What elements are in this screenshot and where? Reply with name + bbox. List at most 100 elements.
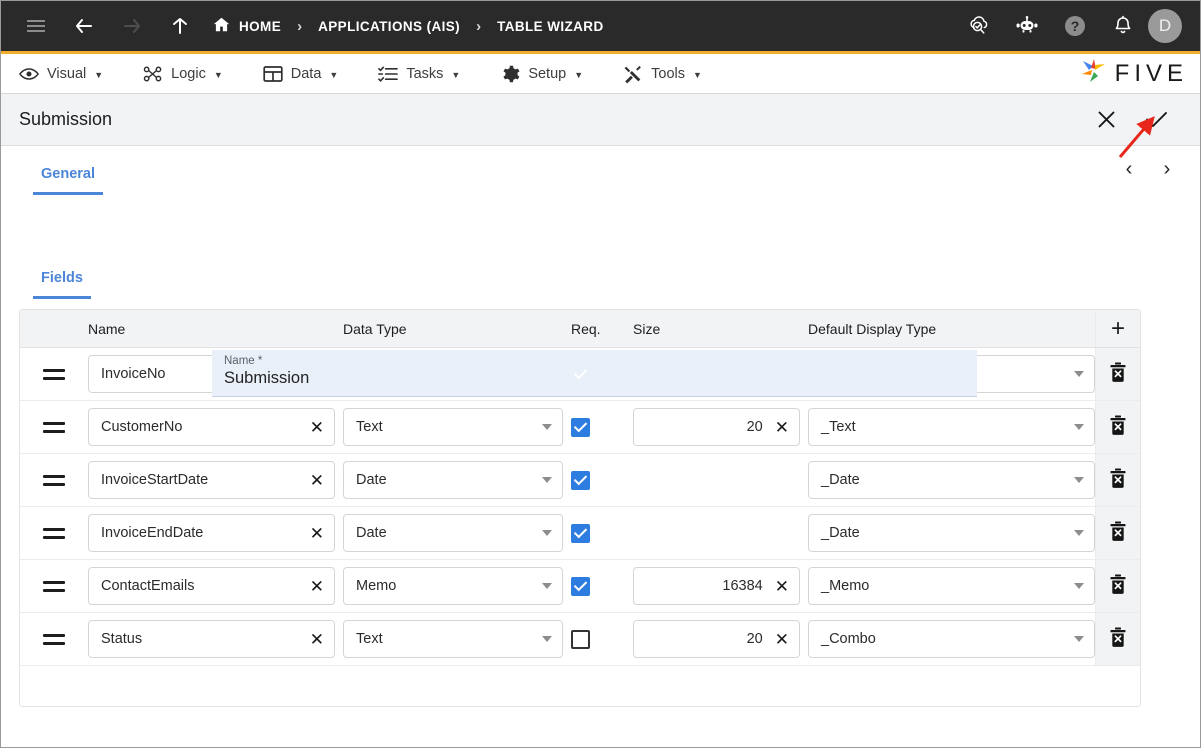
column-header-name: Name	[88, 321, 343, 337]
plus-icon: +	[1111, 317, 1125, 341]
column-header-size: Size	[633, 321, 808, 337]
five-logo-mark	[1079, 57, 1109, 90]
breadcrumb-separator: ›	[297, 18, 302, 35]
menu-logic-label: Logic	[171, 66, 206, 82]
required-checkbox[interactable]	[571, 524, 590, 543]
menu-tools[interactable]: Tools ▼	[623, 64, 702, 84]
default-display-type-select[interactable]: _Memo	[808, 567, 1095, 605]
form-body: General ‹ › Name * Submission Fields Nam…	[1, 146, 1200, 707]
home-icon	[213, 16, 230, 36]
field-name-input[interactable]: Status ✕	[88, 620, 335, 658]
table-row: InvoiceEndDate ✕ Date _Date	[20, 507, 1140, 560]
clear-name-icon[interactable]: ✕	[306, 472, 324, 489]
clear-size-icon[interactable]: ✕	[771, 419, 789, 436]
drag-handle-icon[interactable]	[20, 528, 88, 539]
size-value: 20	[646, 631, 771, 647]
size-input[interactable]: 16384 ✕	[633, 567, 800, 605]
bell-icon[interactable]	[1108, 11, 1138, 41]
chevron-down-icon: ▼	[693, 70, 702, 80]
name-field[interactable]: Name * Submission	[212, 350, 977, 397]
forward-arrow-icon[interactable]	[117, 11, 147, 41]
next-record-button[interactable]: ›	[1158, 158, 1176, 181]
breadcrumb-home-label: HOME	[239, 19, 281, 34]
delete-icon	[1108, 361, 1128, 388]
menu-setup[interactable]: Setup ▼	[500, 64, 583, 84]
previous-record-button[interactable]: ‹	[1120, 158, 1138, 181]
menu-visual[interactable]: Visual ▼	[19, 64, 103, 84]
default-display-type-select[interactable]: _Combo	[808, 620, 1095, 658]
required-checkbox[interactable]	[571, 471, 590, 490]
clear-name-icon[interactable]: ✕	[306, 578, 324, 595]
name-field-value[interactable]: Submission	[224, 369, 977, 388]
clear-name-icon[interactable]: ✕	[306, 631, 324, 648]
add-field-button[interactable]: +	[1095, 310, 1140, 347]
delete-field-button[interactable]	[1095, 348, 1140, 400]
field-name-input[interactable]: InvoiceEndDate ✕	[88, 514, 335, 552]
user-avatar[interactable]: D	[1148, 9, 1182, 43]
delete-field-button[interactable]	[1095, 507, 1140, 559]
chevron-down-icon: ▼	[574, 70, 583, 80]
chevron-down-icon	[542, 424, 552, 430]
confirm-button[interactable]	[1138, 102, 1174, 138]
data-type-select[interactable]: Date	[343, 461, 563, 499]
field-name-value: Status	[101, 631, 306, 647]
delete-field-button[interactable]	[1095, 454, 1140, 506]
chevron-down-icon	[542, 530, 552, 536]
record-navigation: ‹ ›	[1120, 158, 1176, 181]
delete-field-button[interactable]	[1095, 401, 1140, 453]
clear-size-icon[interactable]: ✕	[771, 578, 789, 595]
flow-icon	[143, 64, 163, 84]
drag-handle-icon[interactable]	[20, 475, 88, 486]
hamburger-icon[interactable]	[21, 11, 51, 41]
field-name-input[interactable]: CustomerNo ✕	[88, 408, 335, 446]
data-type-select[interactable]: Text	[343, 620, 563, 658]
default-display-type-select[interactable]: _Date	[808, 514, 1095, 552]
drag-handle-icon[interactable]	[20, 422, 88, 433]
required-checkbox[interactable]	[571, 630, 590, 649]
drag-handle-icon[interactable]	[20, 581, 88, 592]
chevron-down-icon	[1074, 583, 1084, 589]
menu-data[interactable]: Data ▼	[263, 64, 339, 84]
close-button[interactable]	[1088, 102, 1124, 138]
data-type-select[interactable]: Text	[343, 408, 563, 446]
default-display-type-value: _Date	[821, 525, 1074, 541]
required-checkbox[interactable]	[571, 577, 590, 596]
field-name-input[interactable]: InvoiceStartDate ✕	[88, 461, 335, 499]
menu-logic[interactable]: Logic ▼	[143, 64, 223, 84]
delete-field-button[interactable]	[1095, 560, 1140, 612]
breadcrumb-separator-2: ›	[476, 18, 481, 35]
delete-field-button[interactable]	[1095, 613, 1140, 665]
size-input[interactable]: 20 ✕	[633, 408, 800, 446]
chevron-down-icon: ▼	[329, 70, 338, 80]
drag-handle-icon[interactable]	[20, 369, 88, 380]
data-type-select[interactable]: Date	[343, 514, 563, 552]
field-name-input[interactable]: ContactEmails ✕	[88, 567, 335, 605]
breadcrumb-table-wizard-label: TABLE WIZARD	[497, 19, 604, 34]
cloud-check-icon[interactable]	[964, 11, 994, 41]
column-header-default-display-type: Default Display Type	[808, 321, 1095, 337]
tab-fields[interactable]: Fields	[33, 270, 91, 299]
help-icon[interactable]: ?	[1060, 11, 1090, 41]
clear-name-icon[interactable]: ✕	[306, 525, 324, 542]
required-checkbox[interactable]	[571, 418, 590, 437]
drag-handle-icon[interactable]	[20, 634, 88, 645]
default-display-type-value: _Text	[821, 419, 1074, 435]
breadcrumb-applications[interactable]: APPLICATIONS (AIS)	[318, 19, 460, 34]
default-display-type-select[interactable]: _Date	[808, 461, 1095, 499]
data-type-value: Date	[356, 525, 542, 541]
breadcrumb-table-wizard[interactable]: TABLE WIZARD	[497, 19, 604, 34]
chevron-down-icon	[1074, 636, 1084, 642]
menu-tasks[interactable]: Tasks ▼	[378, 64, 460, 84]
back-arrow-icon[interactable]	[69, 11, 99, 41]
tab-general[interactable]: General	[33, 166, 103, 195]
delete-icon	[1108, 573, 1128, 600]
clear-name-icon[interactable]: ✕	[306, 419, 324, 436]
up-arrow-icon[interactable]	[165, 11, 195, 41]
robot-icon[interactable]	[1012, 11, 1042, 41]
breadcrumb-home[interactable]: HOME	[213, 16, 281, 36]
data-type-select[interactable]: Memo	[343, 567, 563, 605]
default-display-type-select[interactable]: _Text	[808, 408, 1095, 446]
size-input[interactable]: 20 ✕	[633, 620, 800, 658]
clear-size-icon[interactable]: ✕	[771, 631, 789, 648]
delete-icon	[1108, 414, 1128, 441]
